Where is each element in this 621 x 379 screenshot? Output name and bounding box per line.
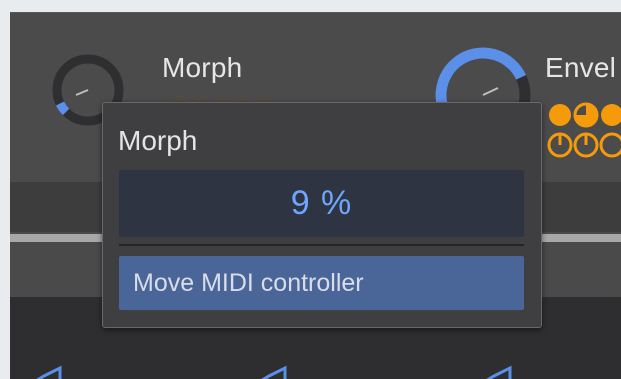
value-text: 9 % bbox=[290, 184, 353, 222]
move-midi-controller-button[interactable]: Move MIDI controller bbox=[119, 256, 524, 310]
speaker-icon[interactable] bbox=[480, 364, 520, 379]
popup-title: Morph bbox=[118, 125, 198, 156]
envelope-mod-dots bbox=[547, 102, 621, 158]
midi-learn-popup: Morph 9 % Move MIDI controller bbox=[102, 102, 542, 328]
popup-divider bbox=[119, 244, 524, 246]
speaker-icon[interactable] bbox=[30, 364, 70, 379]
speaker-icon[interactable] bbox=[255, 364, 295, 379]
envelope-label: Envel bbox=[545, 52, 617, 83]
morph-label: Morph bbox=[162, 52, 243, 83]
midi-button-label: Move MIDI controller bbox=[133, 268, 364, 297]
value-field[interactable]: 9 % bbox=[119, 170, 524, 237]
